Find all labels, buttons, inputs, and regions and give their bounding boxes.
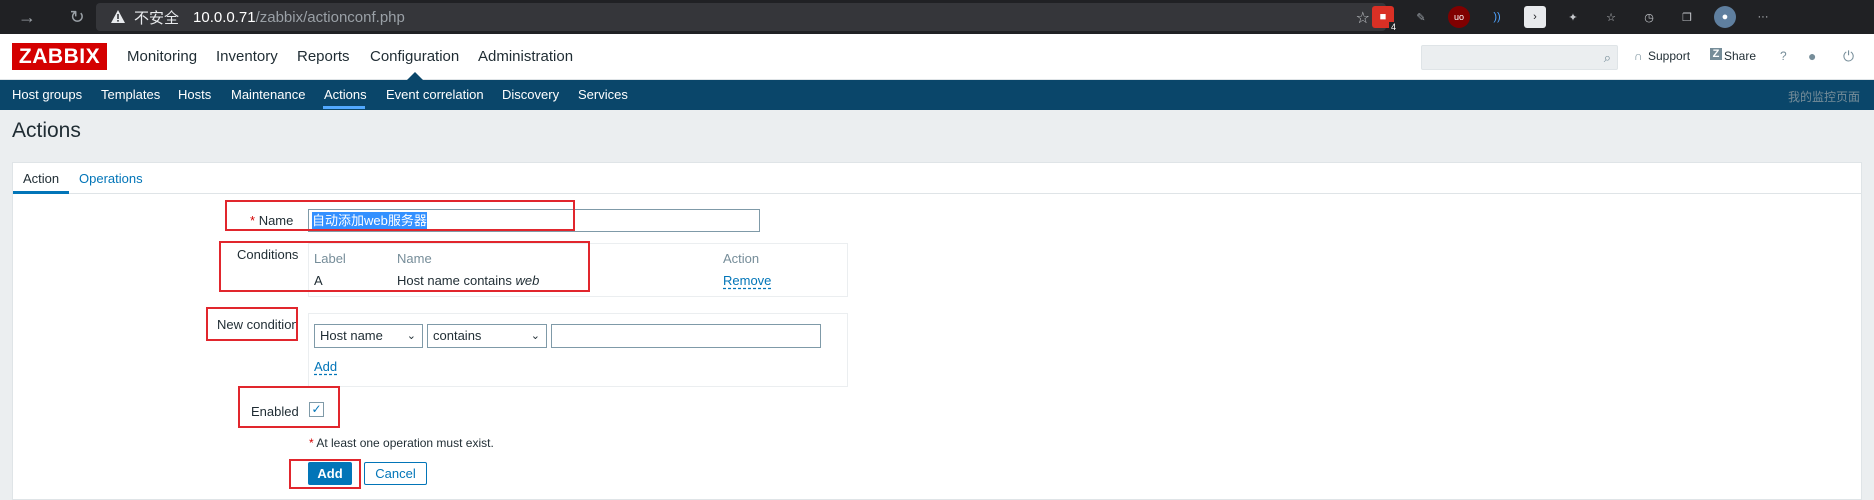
- favorite-star-icon[interactable]: ☆: [1356, 8, 1370, 28]
- menu-administration[interactable]: Administration: [478, 48, 573, 65]
- name-field-value: 自动添加web服务器: [312, 212, 427, 229]
- menu-reports[interactable]: Reports: [297, 48, 350, 65]
- support-link[interactable]: Support: [1648, 49, 1690, 63]
- menu-monitoring[interactable]: Monitoring: [127, 48, 197, 65]
- url-host: 10.0.0.71: [193, 8, 256, 26]
- required-marker: *: [250, 213, 256, 228]
- ublock-icon[interactable]: uo: [1448, 6, 1470, 28]
- extension-wave-icon[interactable]: )): [1486, 6, 1508, 28]
- extensions-bar: ■ 4 ✎ uo )) › ✦ ☆ ◷ ❐ ● ···: [1372, 0, 1774, 34]
- tab-operations[interactable]: Operations: [79, 171, 143, 186]
- extension-red-icon[interactable]: ■ 4: [1372, 6, 1398, 32]
- help-icon[interactable]: ?: [1780, 49, 1787, 63]
- condition-row-name: Host name contains web: [397, 273, 540, 288]
- monitoring-page-label[interactable]: 我的监控页面: [1788, 88, 1860, 105]
- headset-icon: ∩: [1634, 49, 1643, 63]
- active-tab-indicator: [13, 191, 69, 194]
- warning-icon: [111, 10, 125, 23]
- conditions-header-label: Label: [314, 251, 346, 266]
- subnav-templates[interactable]: Templates: [101, 87, 160, 102]
- search-input[interactable]: ⌕: [1421, 45, 1618, 70]
- menu-inventory[interactable]: Inventory: [216, 48, 278, 65]
- form-tabs: Action Operations: [13, 163, 1861, 194]
- add-button[interactable]: Add: [308, 462, 352, 485]
- favorites-icon[interactable]: ☆: [1600, 6, 1622, 28]
- subnav-services[interactable]: Services: [578, 87, 628, 102]
- condition-value-input[interactable]: [551, 324, 821, 348]
- collections-icon[interactable]: ❐: [1676, 6, 1698, 28]
- insecure-label: 不安全: [134, 9, 180, 27]
- history-icon[interactable]: ◷: [1638, 6, 1660, 28]
- enabled-checkbox[interactable]: ✓: [309, 402, 324, 417]
- subnav-hosts[interactable]: Hosts: [178, 87, 211, 102]
- active-subnav-indicator: [323, 106, 365, 109]
- profile-avatar[interactable]: ●: [1714, 6, 1736, 28]
- subnav-maintenance[interactable]: Maintenance: [231, 87, 305, 102]
- conditions-table: Label Name Action A Host name contains w…: [308, 243, 848, 297]
- name-label: * Name: [250, 213, 294, 228]
- subnav-host-groups[interactable]: Host groups: [12, 87, 82, 102]
- chevron-down-icon: ⌄: [530, 330, 540, 342]
- search-icon[interactable]: ⌕: [1604, 50, 1611, 66]
- conditions-label: Conditions: [237, 247, 299, 262]
- check-icon: ✓: [311, 402, 322, 416]
- add-condition-link[interactable]: Add: [314, 359, 337, 374]
- browser-toolbar: → ↻ 不安全 10.0.0.71/zabbix/actionconf.php …: [0, 0, 1874, 34]
- user-profile-icon[interactable]: ●: [1808, 48, 1816, 64]
- condition-operator-select[interactable]: contains ⌄: [427, 324, 547, 348]
- subnav-actions[interactable]: Actions: [324, 87, 367, 102]
- name-field[interactable]: 自动添加web服务器: [308, 209, 760, 232]
- condition-row-label: A: [314, 273, 323, 288]
- new-condition-label: New condition: [217, 317, 299, 332]
- zabbix-logo[interactable]: ZABBIX: [12, 43, 107, 70]
- subnav-event-correlation[interactable]: Event correlation: [386, 87, 484, 102]
- extension-puzzle-icon[interactable]: ✦: [1562, 6, 1584, 28]
- enabled-label: Enabled: [251, 404, 299, 419]
- sub-navigation: Host groups Templates Hosts Maintenance …: [0, 80, 1874, 110]
- tab-action[interactable]: Action: [23, 171, 59, 186]
- menu-configuration[interactable]: Configuration: [370, 48, 459, 65]
- subnav-discovery[interactable]: Discovery: [502, 87, 559, 102]
- extension-arrow-icon[interactable]: ›: [1524, 6, 1546, 28]
- reload-icon[interactable]: ↻: [62, 2, 92, 32]
- share-icon: Z: [1710, 48, 1722, 60]
- extension-pen-icon[interactable]: ✎: [1410, 6, 1432, 28]
- address-bar[interactable]: 不安全 10.0.0.71/zabbix/actionconf.php ☆: [96, 3, 1386, 31]
- active-menu-caret: [407, 72, 423, 80]
- operation-warning: * At least one operation must exist.: [309, 436, 494, 450]
- conditions-header-action: Action: [723, 251, 760, 266]
- page-title: Actions: [12, 119, 81, 142]
- conditions-header-name: Name: [397, 251, 432, 266]
- remove-condition-link[interactable]: Remove: [723, 273, 771, 288]
- share-link[interactable]: Share: [1724, 49, 1756, 63]
- cancel-button[interactable]: Cancel: [364, 462, 427, 485]
- chevron-down-icon: ⌄: [406, 330, 416, 342]
- condition-type-select[interactable]: Host name ⌄: [314, 324, 423, 348]
- forward-icon[interactable]: →: [12, 2, 42, 32]
- zabbix-header: ZABBIX Monitoring Inventory Reports Conf…: [0, 34, 1874, 80]
- more-menu-icon[interactable]: ···: [1752, 6, 1774, 28]
- url-path: /zabbix/actionconf.php: [255, 8, 405, 26]
- sign-out-icon[interactable]: ⏻: [1843, 48, 1854, 65]
